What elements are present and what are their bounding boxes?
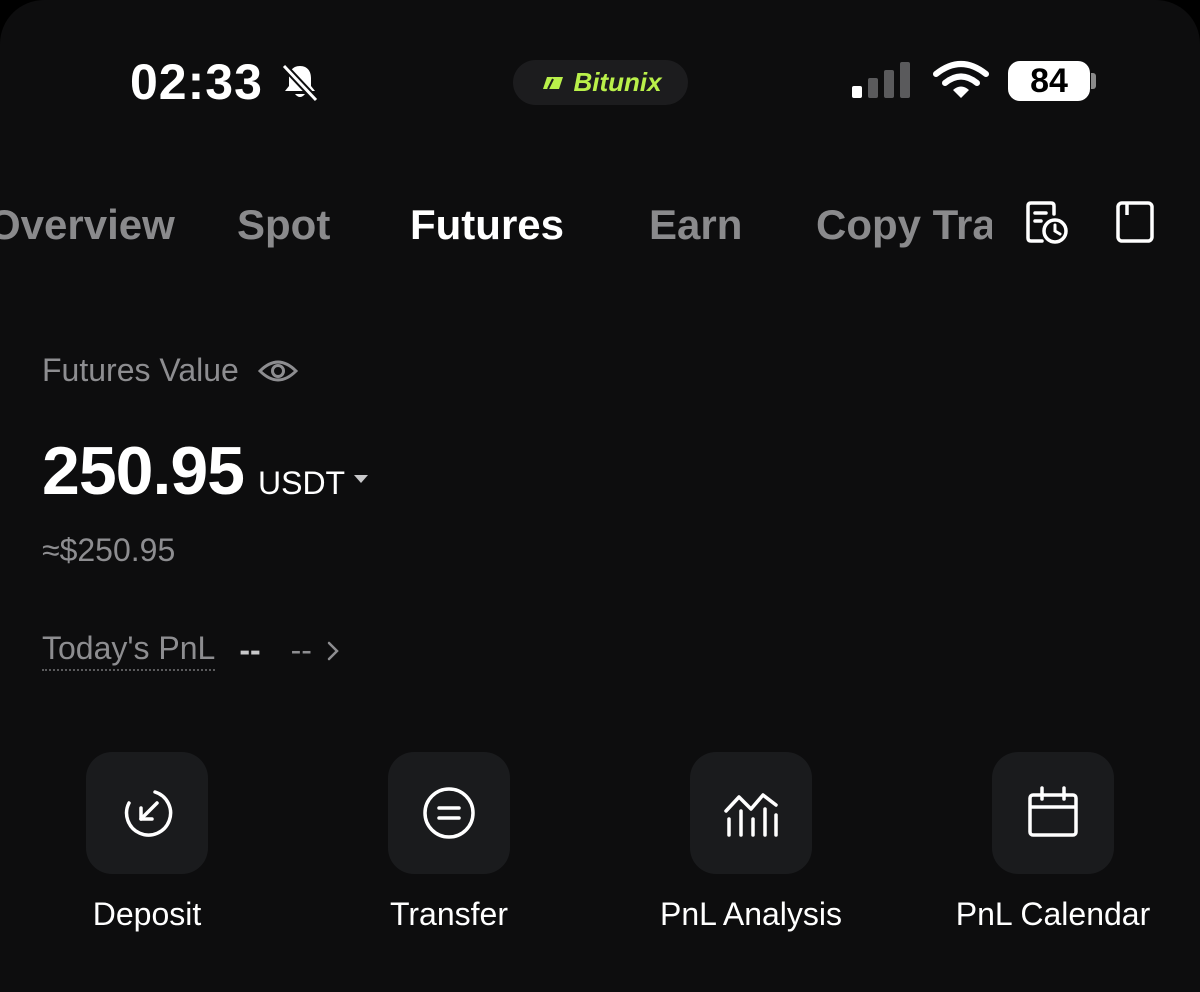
deposit-icon [124,790,173,837]
order-history-icon[interactable] [1024,200,1070,246]
tab-earn[interactable]: Earn [649,196,742,254]
transfer-action[interactable]: Transfer [329,752,569,933]
tab-overview[interactable]: Overview [0,196,175,254]
futures-account-screen: 02:33 Bitunix 84 Overview Spot Futures E… [0,0,1200,992]
balance-amount-row: 250.95 USDT [42,432,369,510]
analysis-chart-icon [724,793,778,837]
bell-slash-icon [281,63,319,103]
tab-copy-trading[interactable]: Copy Trading [816,196,992,254]
deposit-label: Deposit [92,896,202,932]
pnl-percent: -- [290,632,312,668]
island-app-name: Bitunix [573,67,662,97]
pnl-calendar-action[interactable]: PnL Calendar [933,752,1173,933]
status-time: 02:33 [130,54,263,110]
pnl-analysis-button[interactable] [690,752,812,874]
pnl-analysis-action[interactable]: PnL Analysis [631,752,871,933]
pnl-calendar-button[interactable] [992,752,1114,874]
transfer-icon [423,787,475,839]
todays-pnl-row[interactable]: Today's PnL -- -- [42,630,340,671]
transfer-label: Transfer [390,896,508,932]
wifi-icon [933,61,989,98]
battery-cap [1091,73,1096,89]
pnl-analysis-label: PnL Analysis [659,896,843,932]
currency-selector[interactable]: USDT [258,465,345,502]
balance-usd-approx: ≈$250.95 [42,532,176,568]
bitunix-logo-icon [543,76,564,89]
notebook-icon[interactable] [1113,200,1159,246]
eye-icon[interactable] [257,356,299,386]
cellular-signal-icon [852,62,910,98]
chevron-right-icon[interactable] [326,640,340,662]
battery-level: 84 [1030,62,1068,100]
dynamic-island: Bitunix [513,60,688,105]
deposit-action[interactable]: Deposit [27,752,267,933]
futures-value-label: Futures Value [42,352,299,389]
pnl-label[interactable]: Today's PnL [42,630,216,671]
futures-value-title: Futures Value [42,352,239,388]
tab-futures[interactable]: Futures [410,196,564,254]
calendar-icon [1028,786,1078,837]
balance-amount: 250.95 [42,433,245,509]
deposit-button[interactable] [86,752,208,874]
caret-down-icon[interactable] [353,474,369,484]
tab-spot[interactable]: Spot [237,196,330,254]
transfer-button[interactable] [388,752,510,874]
pnl-calendar-label: PnL Calendar [955,896,1151,932]
battery-icon: 84 [1008,61,1090,101]
account-tabs: Overview Spot Futures Earn Copy Trading [0,196,992,256]
pnl-value: -- [239,632,261,668]
